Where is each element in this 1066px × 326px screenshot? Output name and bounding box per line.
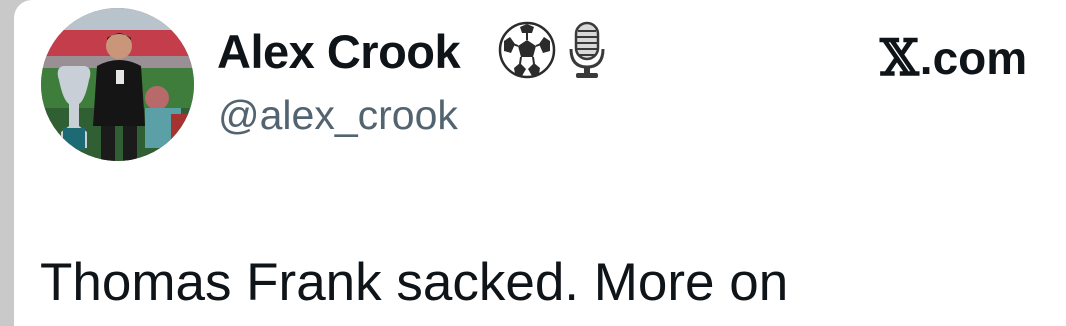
tweet-card: Alex Crook @alex_crook 𝕏 .com Thomas Fra… bbox=[14, 0, 1066, 326]
tweet-text: Thomas Frank sacked. More on bbox=[40, 253, 789, 312]
x-logo-icon: 𝕏 bbox=[880, 28, 919, 87]
name-emoji-group bbox=[498, 21, 606, 84]
source-brand-label: .com bbox=[919, 31, 1028, 84]
author-display-name[interactable]: Alex Crook bbox=[217, 24, 461, 79]
microphone-icon bbox=[568, 21, 606, 84]
author-handle[interactable]: @alex_crook bbox=[218, 92, 458, 139]
source-brand: 𝕏 .com bbox=[880, 28, 1027, 87]
avatar[interactable] bbox=[41, 8, 194, 161]
soccer-ball-icon bbox=[498, 21, 556, 84]
avatar-photo bbox=[41, 8, 194, 161]
